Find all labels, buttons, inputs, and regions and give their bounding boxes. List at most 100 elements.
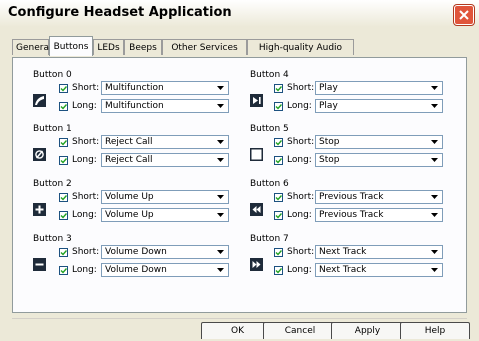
minus-icon-glyph [33, 258, 46, 271]
next-track-icon-glyph [250, 258, 263, 271]
long-label: Long: [72, 101, 97, 111]
title-bar[interactable]: Configure Headset Application [0, 0, 479, 27]
long-action-select[interactable]: Reject Call [101, 153, 229, 167]
dropdown-arrow-icon[interactable] [427, 155, 441, 165]
long-action-select[interactable]: Previous Track [315, 208, 443, 222]
apply-button[interactable]: Apply [331, 322, 404, 339]
reject-call-icon-glyph [33, 148, 46, 161]
short-action-select[interactable]: Previous Track [315, 190, 443, 204]
long-action-value: Stop [319, 155, 340, 165]
short-checkbox[interactable] [59, 248, 68, 257]
dropdown-arrow-icon[interactable] [213, 155, 227, 165]
short-action-select[interactable]: Multifunction [101, 81, 229, 95]
dropdown-arrow-icon[interactable] [213, 83, 227, 93]
cancel-button[interactable]: Cancel [263, 322, 337, 339]
long-checkbox[interactable] [59, 266, 68, 275]
long-action-value: Play [319, 101, 338, 111]
long-action-select[interactable]: Volume Up [101, 208, 229, 222]
long-label: Long: [72, 210, 97, 220]
long-label: Long: [287, 101, 312, 111]
long-checkbox[interactable] [59, 156, 68, 165]
short-action-select[interactable]: Play [315, 81, 443, 95]
dropdown-arrow-icon[interactable] [213, 101, 227, 111]
button-label: Button 0 [33, 70, 72, 80]
long-label: Long: [72, 265, 97, 275]
dropdown-arrow-icon[interactable] [213, 265, 227, 275]
plus-icon-glyph [33, 203, 46, 216]
short-action-select[interactable]: Volume Up [101, 190, 229, 204]
previous-track-icon [250, 203, 263, 216]
short-action-select[interactable]: Reject Call [101, 135, 229, 149]
long-action-select[interactable]: Next Track [315, 263, 443, 277]
minus-icon [33, 258, 46, 271]
short-label: Short: [72, 83, 100, 93]
short-action-value: Next Track [319, 247, 367, 257]
short-action-value: Previous Track [319, 192, 384, 202]
button-label: Button 4 [250, 70, 289, 80]
short-action-select[interactable]: Next Track [315, 245, 443, 259]
short-checkbox[interactable] [274, 193, 283, 202]
tab-beeps[interactable]: Beeps [124, 39, 162, 55]
dropdown-arrow-icon[interactable] [427, 192, 441, 202]
short-label: Short: [287, 247, 315, 257]
short-checkbox[interactable] [274, 84, 283, 93]
long-checkbox[interactable] [274, 266, 283, 275]
long-checkbox[interactable] [274, 156, 283, 165]
long-label: Long: [287, 210, 312, 220]
dropdown-arrow-icon[interactable] [427, 101, 441, 111]
dropdown-arrow-icon[interactable] [427, 83, 441, 93]
long-checkbox[interactable] [59, 211, 68, 220]
short-checkbox[interactable] [274, 138, 283, 147]
short-label: Short: [72, 247, 100, 257]
long-checkbox[interactable] [274, 102, 283, 111]
short-label: Short: [72, 137, 100, 147]
dropdown-arrow-icon[interactable] [427, 137, 441, 147]
short-action-select[interactable]: Volume Down [101, 245, 229, 259]
dropdown-arrow-icon[interactable] [427, 210, 441, 220]
dropdown-arrow-icon[interactable] [213, 247, 227, 257]
long-action-select[interactable]: Play [315, 99, 443, 113]
button-label: Button 7 [250, 234, 289, 244]
tab-buttons[interactable]: Buttons [49, 36, 93, 56]
close-button[interactable] [454, 5, 474, 25]
long-action-value: Volume Down [105, 265, 167, 275]
short-checkbox[interactable] [59, 138, 68, 147]
next-track-icon [250, 258, 263, 271]
long-action-select[interactable]: Volume Down [101, 263, 229, 277]
plus-icon [33, 203, 46, 216]
long-action-select[interactable]: Stop [315, 153, 443, 167]
long-action-value: Next Track [319, 265, 367, 275]
button-label: Button 1 [33, 124, 72, 134]
dropdown-arrow-icon[interactable] [213, 137, 227, 147]
short-action-value: Volume Down [105, 247, 167, 257]
long-checkbox[interactable] [274, 211, 283, 220]
dialog-window: Configure Headset Application General Bu… [0, 0, 479, 341]
short-label: Short: [287, 83, 315, 93]
short-action-value: Multifunction [105, 83, 164, 93]
dropdown-arrow-icon[interactable] [427, 247, 441, 257]
long-action-value: Previous Track [319, 210, 384, 220]
close-icon [459, 10, 469, 20]
dropdown-arrow-icon[interactable] [213, 210, 227, 220]
short-checkbox[interactable] [59, 193, 68, 202]
short-checkbox[interactable] [59, 84, 68, 93]
help-button[interactable]: Help [400, 322, 470, 339]
tab-other-services[interactable]: Other Services [162, 39, 247, 55]
tab-general[interactable]: General [12, 39, 51, 55]
dropdown-arrow-icon[interactable] [427, 265, 441, 275]
short-checkbox[interactable] [274, 248, 283, 257]
button-label: Button 3 [33, 234, 72, 244]
tab-leds[interactable]: LEDs [93, 39, 124, 55]
long-action-value: Multifunction [105, 101, 164, 111]
short-action-value: Reject Call [105, 137, 153, 147]
long-checkbox[interactable] [59, 102, 68, 111]
short-label: Short: [287, 192, 315, 202]
long-action-value: Reject Call [105, 155, 153, 165]
short-action-select[interactable]: Stop [315, 135, 443, 149]
button-label: Button 5 [250, 124, 289, 134]
tab-high-quality-audio[interactable]: High-quality Audio [247, 39, 354, 55]
long-action-select[interactable]: Multifunction [101, 99, 229, 113]
window-title: Configure Headset Application [8, 5, 232, 20]
dropdown-arrow-icon[interactable] [213, 192, 227, 202]
short-action-value: Stop [319, 137, 340, 147]
